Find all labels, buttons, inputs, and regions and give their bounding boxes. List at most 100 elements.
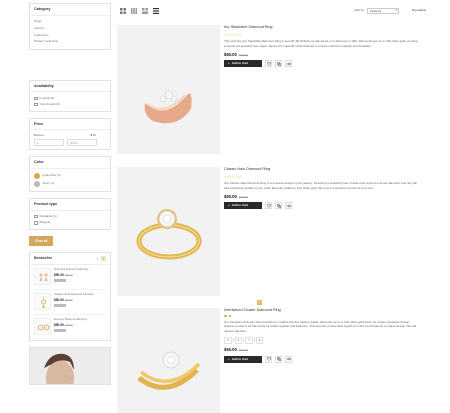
earring-thumbnail[interactable] bbox=[34, 268, 51, 286]
category-item-modern-collection[interactable]: Modern Collection bbox=[34, 39, 106, 46]
price-title: Price bbox=[30, 119, 110, 131]
wishlist-heart-icon[interactable] bbox=[265, 355, 272, 363]
price-from-input[interactable]: 0 bbox=[34, 139, 64, 147]
product-image[interactable] bbox=[117, 25, 220, 154]
grid-four-view-icon[interactable] bbox=[142, 8, 148, 14]
bestseller-item[interactable]: Jhumkha Diamond Earrings $50.00$60.00 bbox=[34, 265, 106, 290]
grid-three-view-icon[interactable] bbox=[131, 8, 137, 14]
wishlist-count-badge[interactable]: 0 bbox=[257, 300, 262, 305]
gold-color-dot[interactable] bbox=[224, 314, 227, 318]
bestseller-add-button[interactable] bbox=[54, 328, 66, 333]
category-title: Category bbox=[30, 4, 110, 16]
bestseller-title: Bestseller bbox=[34, 256, 53, 261]
bestseller-item[interactable]: Antique Gold Diamond Pendant $50.00$60.0… bbox=[34, 290, 106, 315]
add-to-cart-button[interactable]: + Add to Cart bbox=[224, 202, 262, 210]
product-card[interactable]: Intertwined Cluster Diamond Ring Our Int… bbox=[117, 308, 429, 413]
price-from-label: $ From bbox=[34, 133, 44, 138]
product-type-widget: Product type Pendants (1) Ring (4) bbox=[29, 197, 111, 230]
color-option-gold[interactable]: gold-white (5) bbox=[34, 172, 106, 180]
in-stock-checkbox[interactable] bbox=[34, 96, 38, 101]
product-card[interactable]: Classic Halo Diamond Ring ☆☆☆☆☆ Our Clas… bbox=[117, 167, 429, 302]
wishlist-heart-icon[interactable] bbox=[265, 202, 272, 210]
bestseller-name[interactable]: Evil-eye Diamond Earrings bbox=[54, 317, 87, 321]
product-old-price: $60.00 bbox=[238, 348, 248, 353]
product-price: $50.00 bbox=[224, 51, 237, 57]
add-to-cart-button[interactable]: + Add to Cart bbox=[224, 60, 262, 68]
promo-banner[interactable] bbox=[29, 346, 111, 385]
compare-icon[interactable] bbox=[275, 355, 282, 363]
bestseller-widget: Bestseller ‹ › Jhumkha Diamond Earrings … bbox=[29, 251, 111, 341]
pendants-checkbox[interactable] bbox=[34, 214, 38, 219]
out-of-stock-filter[interactable]: Out of stock (2) bbox=[34, 102, 106, 108]
bestseller-price: $50.00 bbox=[54, 297, 64, 302]
category-item-rings[interactable]: Rings bbox=[34, 19, 106, 26]
intertwined-cluster-ring-image bbox=[117, 308, 220, 413]
product-title[interactable]: Arc Stackable Diamond Ring bbox=[224, 25, 420, 30]
gold-swatch[interactable] bbox=[34, 172, 40, 179]
wishlist-heart-icon[interactable] bbox=[265, 60, 272, 68]
clear-all-button[interactable]: Clear all bbox=[29, 235, 54, 246]
category-item-jewelry[interactable]: Jewelry bbox=[34, 25, 106, 32]
rose-color-dot[interactable] bbox=[228, 314, 231, 318]
product-description: Our Classic Halo Diamond Ring is a timel… bbox=[224, 181, 417, 190]
grid-view-icon[interactable] bbox=[120, 8, 126, 14]
earring-thumbnail[interactable] bbox=[34, 318, 51, 336]
pendant-image bbox=[41, 296, 46, 309]
color-widget: Color gold-white (5) silver (1) bbox=[29, 156, 111, 192]
bestseller-name[interactable]: Antique Gold Diamond Pendant bbox=[54, 292, 93, 296]
filter-sidebar: Category Rings Jewelry Collections Moder… bbox=[29, 3, 111, 385]
product-price: $50.00 bbox=[224, 193, 237, 199]
model-portrait-image bbox=[30, 347, 110, 384]
category-item-collections[interactable]: Collections bbox=[34, 32, 106, 39]
list-view-icon[interactable] bbox=[153, 8, 159, 14]
quick-view-eye-icon[interactable] bbox=[285, 355, 292, 363]
bestseller-item[interactable]: Evil-eye Diamond Earrings $50.00$60.00 bbox=[34, 315, 106, 339]
color-option-label: gold-white (5) bbox=[42, 173, 61, 178]
size-option[interactable]: 8 bbox=[255, 336, 264, 345]
product-toolbar: Sort by Featured 8 products bbox=[120, 7, 426, 15]
product-image[interactable] bbox=[117, 308, 220, 413]
color-dots[interactable] bbox=[224, 314, 420, 318]
compare-icon[interactable] bbox=[275, 60, 282, 68]
size-option[interactable]: 5 bbox=[224, 336, 232, 345]
product-card[interactable]: Arc Stackable Diamond Ring ☆☆☆☆☆ This st… bbox=[117, 25, 429, 160]
bestseller-old-price: $60.00 bbox=[64, 323, 73, 327]
bestseller-add-button[interactable] bbox=[54, 303, 66, 308]
product-description: Our Intertwined Cluster Diamond Ring is … bbox=[224, 319, 417, 334]
quick-view-eye-icon[interactable] bbox=[285, 60, 292, 68]
pendant-thumbnail[interactable] bbox=[34, 293, 51, 311]
compare-icon[interactable] bbox=[275, 202, 282, 210]
rating-stars: ☆☆☆☆☆ bbox=[224, 173, 242, 179]
gold-halo-ring-image bbox=[117, 167, 220, 296]
bestseller-add-button[interactable] bbox=[54, 278, 66, 283]
price-to-label: $ To bbox=[90, 133, 96, 138]
product-title[interactable]: Classic Halo Diamond Ring bbox=[224, 167, 420, 172]
add-to-cart-label: Add to Cart bbox=[231, 202, 249, 207]
size-option[interactable]: 6 bbox=[234, 336, 243, 345]
sort-label: Sort by bbox=[354, 8, 364, 13]
product-title[interactable]: Intertwined Cluster Diamond Ring bbox=[224, 308, 420, 313]
ring-filter[interactable]: Ring (4) bbox=[34, 220, 106, 226]
rose-gold-arc-ring-image bbox=[117, 25, 220, 154]
add-to-cart-button[interactable]: + Add to Cart bbox=[224, 355, 262, 363]
size-option[interactable]: 7 bbox=[245, 336, 253, 345]
product-description: This stunning Arc Stackable Diamond Ring… bbox=[224, 39, 418, 48]
sort-select[interactable]: Featured bbox=[366, 8, 399, 14]
color-title: Color bbox=[30, 157, 110, 169]
bestseller-next-button[interactable]: › bbox=[101, 255, 106, 261]
bestseller-prev-button[interactable]: ‹ bbox=[95, 256, 100, 261]
silver-swatch[interactable] bbox=[34, 180, 40, 187]
product-image[interactable] bbox=[117, 167, 220, 296]
bestseller-price: $50.00 bbox=[54, 272, 64, 277]
quick-view-eye-icon[interactable] bbox=[285, 202, 292, 210]
cart-plus-icon: + bbox=[228, 202, 230, 207]
color-option-silver[interactable]: silver (1) bbox=[34, 180, 106, 188]
out-of-stock-label: Out of stock (2) bbox=[39, 101, 61, 106]
out-of-stock-checkbox[interactable] bbox=[34, 102, 38, 107]
add-to-cart-label: Add to Cart bbox=[231, 60, 249, 65]
price-to-input[interactable]: 80.00 bbox=[67, 139, 97, 147]
bestseller-name[interactable]: Jhumkha Diamond Earrings bbox=[54, 267, 89, 271]
price-widget: Price $ From $ To 0 80.00 bbox=[29, 117, 111, 151]
add-to-cart-label: Add to Cart bbox=[231, 356, 249, 361]
ring-checkbox[interactable] bbox=[34, 221, 38, 225]
